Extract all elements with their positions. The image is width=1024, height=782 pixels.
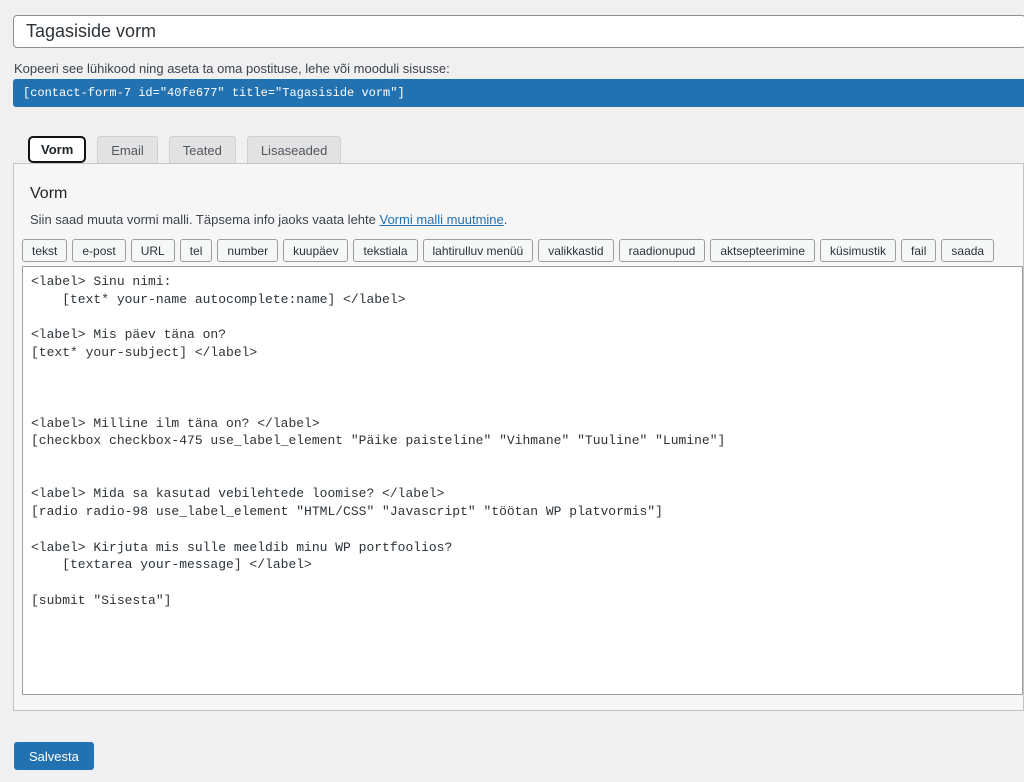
tag-generator-button-tekst[interactable]: tekst [22,239,68,262]
tag-generator-button-label: URL [140,243,165,258]
tag-generator-button-label: lahtirulluv menüü [432,243,524,258]
tab-vorm[interactable]: Vorm [28,136,87,163]
tag-generator-button-label: raadionupud [628,243,696,258]
tag-generator-button-aktsepteerimine[interactable]: aktsepteerimine [710,239,816,262]
tab-label: Email [111,142,144,158]
panel-heading: Vorm [30,185,68,202]
tag-generator-button-label: tel [189,243,203,258]
tab-label: Teated [182,142,222,158]
panel-description-suffix: . [503,212,508,227]
tab-lisaseaded[interactable]: Lisaseaded [246,136,342,163]
tag-generator-button-tekstiala[interactable]: tekstiala [353,239,418,262]
tag-generator-button-label: valikkastid [548,243,604,258]
tag-generator-button-fail[interactable]: fail [901,239,937,262]
tag-generator-button-label: e-post [82,243,116,258]
tag-generator-button-saada[interactable]: saada [941,239,995,262]
tag-generator-button-label: number [227,243,269,258]
tab-label: Vorm [41,142,74,157]
tab-teated[interactable]: Teated [168,136,236,163]
wp-cf7-editor-page: { "header": { "title_value": "Tagasiside… [0,0,1024,782]
form-template-textarea[interactable]: <label> Sinu nimi: [text* your-name auto… [22,266,1023,695]
form-template-docs-link[interactable]: Vormi malli muutmine [379,212,503,227]
tag-generator-button-label: aktsepteerimine [720,243,806,258]
form-editor-panel: Vorm Siin saad muuta vormi malli. Täpsem… [13,163,1024,711]
tag-generator-button-label: küsimustik [830,243,887,258]
shortcode-hint-text: Kopeeri see lühikood ning aseta ta oma p… [14,61,450,76]
editor-tabs: Vorm Email Teated Lisaseaded [28,136,342,163]
tab-email[interactable]: Email [97,136,158,163]
tag-generator-button-url[interactable]: URL [130,239,175,262]
tag-generator-button-label: kuupäev [293,243,339,258]
tab-label: Lisaseaded [260,142,328,158]
tag-generator-button-number[interactable]: number [217,239,279,262]
tag-generator-button-e-post[interactable]: e-post [72,239,126,262]
tag-generator-button-label: saada [951,243,985,258]
tag-generator-button-tel[interactable]: tel [179,239,213,262]
tag-generator-button-kuupäev[interactable]: kuupäev [283,239,349,262]
tag-generator-button-label: tekstiala [363,243,408,258]
tag-generator-button-lahtirulluv-menüü[interactable]: lahtirulluv menüü [422,239,534,262]
tag-generator-button-label: fail [911,243,927,258]
form-title-input[interactable] [13,15,1024,48]
panel-description-prefix: Siin saad muuta vormi malli. Täpsema inf… [30,212,380,227]
shortcode-value-box[interactable]: [contact-form-7 id="40fe677" title="Taga… [13,79,1024,107]
tag-generator-toolbar: tekst e-post URL tel number kuupäev teks… [22,239,1023,262]
panel-description: Siin saad muuta vormi malli. Täpsema inf… [30,212,1023,227]
tag-generator-button-raadionupud[interactable]: raadionupud [618,239,706,262]
tag-generator-button-küsimustik[interactable]: küsimustik [820,239,897,262]
save-button[interactable]: Salvesta [14,742,94,770]
tag-generator-button-valikkastid[interactable]: valikkastid [538,239,614,262]
tag-generator-button-label: tekst [32,243,58,258]
